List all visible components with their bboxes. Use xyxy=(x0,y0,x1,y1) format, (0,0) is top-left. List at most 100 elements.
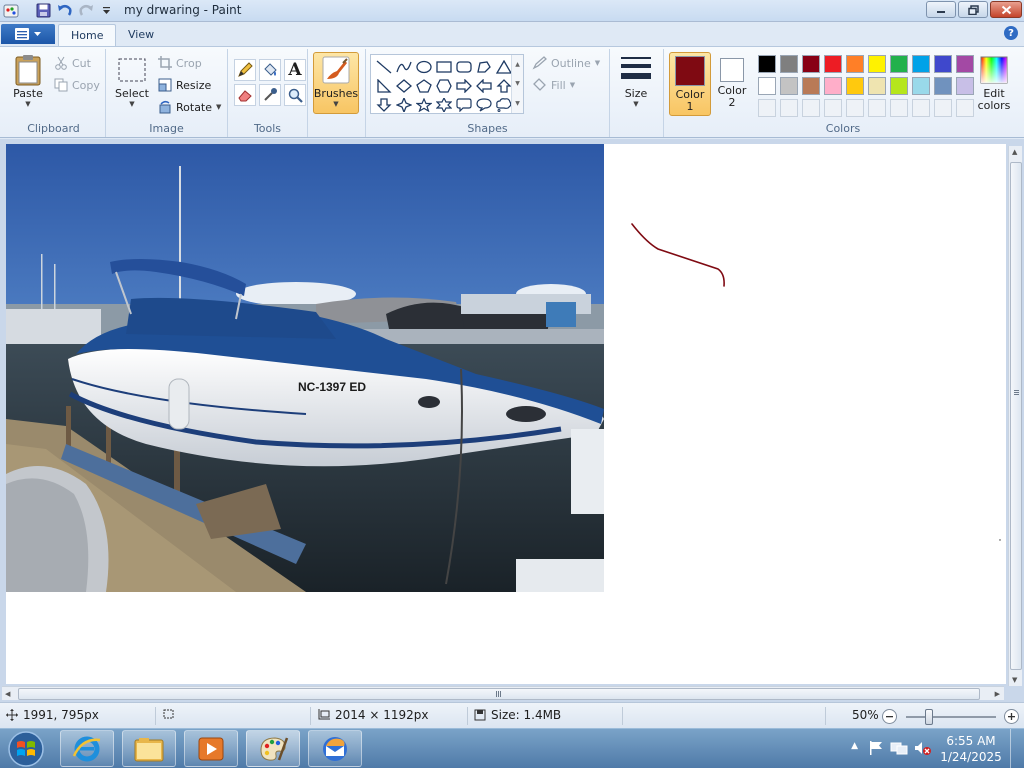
taskbar-paint[interactable] xyxy=(246,730,300,767)
paste-button[interactable]: Paste ▼ xyxy=(8,53,48,108)
polygon-shape-icon[interactable] xyxy=(474,57,494,76)
show-hidden-icons-icon[interactable]: ▲ xyxy=(851,741,858,751)
resize-button[interactable]: Resize xyxy=(158,78,211,92)
edit-colors-button[interactable]: Edit colors xyxy=(972,52,1016,116)
palette-custom-slot[interactable] xyxy=(802,99,820,117)
scroll-down-arrow[interactable]: ▼ xyxy=(1012,676,1017,684)
chevron-down-icon[interactable]: ▼ xyxy=(515,80,520,87)
vertical-scroll-thumb[interactable] xyxy=(1010,162,1022,670)
palette-swatch[interactable] xyxy=(846,55,864,73)
six-point-star-shape-icon[interactable] xyxy=(434,95,454,114)
chevron-up-icon[interactable]: ▲ xyxy=(515,61,520,68)
right-triangle-shape-icon[interactable] xyxy=(374,76,394,95)
copy-button[interactable]: Copy xyxy=(54,78,100,92)
show-desktop-button[interactable] xyxy=(1010,729,1024,768)
zoom-in-button[interactable] xyxy=(1004,709,1019,724)
palette-custom-slot[interactable] xyxy=(846,99,864,117)
tab-view[interactable]: View xyxy=(116,24,166,46)
palette-swatch[interactable] xyxy=(780,55,798,73)
palette-custom-slot[interactable] xyxy=(780,99,798,117)
palette-swatch[interactable] xyxy=(934,77,952,95)
right-arrow-shape-icon[interactable] xyxy=(454,76,474,95)
palette-custom-slot[interactable] xyxy=(912,99,930,117)
action-center-flag-icon[interactable] xyxy=(868,740,884,759)
color-picker-icon[interactable] xyxy=(259,84,281,106)
help-icon[interactable]: ? xyxy=(1004,26,1018,40)
undo-icon[interactable] xyxy=(56,2,73,19)
palette-custom-slot[interactable] xyxy=(934,99,952,117)
palette-swatch[interactable] xyxy=(824,77,842,95)
color2-button[interactable]: Color 2 xyxy=(711,52,753,116)
palette-swatch[interactable] xyxy=(758,77,776,95)
five-point-star-shape-icon[interactable] xyxy=(414,95,434,114)
text-icon[interactable]: A xyxy=(284,59,306,81)
curve-shape-icon[interactable] xyxy=(394,57,414,76)
palette-swatch[interactable] xyxy=(868,77,886,95)
redo-icon[interactable] xyxy=(77,2,94,19)
taskbar-internet-explorer[interactable] xyxy=(60,730,114,767)
magnifier-icon[interactable] xyxy=(284,84,306,106)
palette-swatch[interactable] xyxy=(780,77,798,95)
taskbar-thunderbird[interactable] xyxy=(308,730,362,767)
rectangle-shape-icon[interactable] xyxy=(434,57,454,76)
customize-qat-icon[interactable] xyxy=(98,2,115,19)
volume-muted-icon[interactable] xyxy=(914,740,932,759)
palette-custom-slot[interactable] xyxy=(868,99,886,117)
four-point-star-shape-icon[interactable] xyxy=(394,95,414,114)
clock[interactable]: 6:55 AM 1/24/2025 xyxy=(940,733,1002,765)
shapes-scroll[interactable]: ▲ ▼ ▼ xyxy=(511,55,523,113)
cut-button[interactable]: Cut xyxy=(54,56,91,70)
size-button[interactable]: Size ▼ xyxy=(616,53,656,108)
select-button[interactable]: Select ▼ xyxy=(112,53,152,108)
horizontal-scrollbar[interactable]: ◀ ▶ xyxy=(2,686,1004,700)
zoom-slider-track[interactable] xyxy=(906,716,996,718)
line-shape-icon[interactable] xyxy=(374,57,394,76)
fill-bucket-icon[interactable] xyxy=(259,59,281,81)
palette-swatch[interactable] xyxy=(846,77,864,95)
hexagon-shape-icon[interactable] xyxy=(434,76,454,95)
rotate-button[interactable]: Rotate ▼ xyxy=(158,100,221,114)
left-arrow-shape-icon[interactable] xyxy=(474,76,494,95)
scroll-left-arrow[interactable]: ◀ xyxy=(5,690,10,698)
outline-button[interactable]: Outline ▼ xyxy=(532,56,600,70)
network-icon[interactable] xyxy=(890,740,908,759)
brushes-button[interactable]: Brushes ▼ xyxy=(313,52,359,114)
palette-swatch[interactable] xyxy=(890,55,908,73)
rounded-callout-shape-icon[interactable] xyxy=(454,95,474,114)
palette-swatch[interactable] xyxy=(758,55,776,73)
palette-swatch[interactable] xyxy=(868,55,886,73)
oval-callout-shape-icon[interactable] xyxy=(474,95,494,114)
palette-custom-slot[interactable] xyxy=(824,99,842,117)
rounded-rectangle-shape-icon[interactable] xyxy=(454,57,474,76)
palette-swatch[interactable] xyxy=(934,55,952,73)
eraser-icon[interactable] xyxy=(234,84,256,106)
crop-button[interactable]: Crop xyxy=(158,56,202,70)
palette-swatch[interactable] xyxy=(912,77,930,95)
vertical-scrollbar[interactable]: ▲ ▼ xyxy=(1008,146,1022,686)
zoom-out-button[interactable] xyxy=(882,709,897,724)
oval-shape-icon[interactable] xyxy=(414,57,434,76)
diamond-shape-icon[interactable] xyxy=(394,76,414,95)
scroll-right-arrow[interactable]: ▶ xyxy=(995,690,1000,698)
tab-home[interactable]: Home xyxy=(58,24,117,46)
horizontal-scroll-thumb[interactable] xyxy=(18,688,980,700)
down-arrow-shape-icon[interactable] xyxy=(374,95,394,114)
close-button[interactable] xyxy=(990,1,1022,18)
palette-swatch[interactable] xyxy=(890,77,908,95)
zoom-slider-thumb[interactable] xyxy=(925,709,933,725)
color1-button[interactable]: Color 1 xyxy=(669,52,711,116)
palette-swatch[interactable] xyxy=(824,55,842,73)
restore-button[interactable] xyxy=(958,1,988,18)
minimize-button[interactable] xyxy=(926,1,956,18)
paint-menu-button[interactable] xyxy=(1,24,55,44)
taskbar-media-player[interactable] xyxy=(184,730,238,767)
pentagon-shape-icon[interactable] xyxy=(414,76,434,95)
palette-swatch[interactable] xyxy=(912,55,930,73)
palette-swatch[interactable] xyxy=(802,77,820,95)
pencil-icon[interactable] xyxy=(234,59,256,81)
start-button[interactable] xyxy=(4,730,48,768)
palette-custom-slot[interactable] xyxy=(758,99,776,117)
drawing-canvas[interactable]: NC-1397 ED xyxy=(6,144,1006,684)
more-shapes-icon[interactable]: ▼ xyxy=(515,100,520,107)
fill-button[interactable]: Fill ▼ xyxy=(532,78,575,92)
